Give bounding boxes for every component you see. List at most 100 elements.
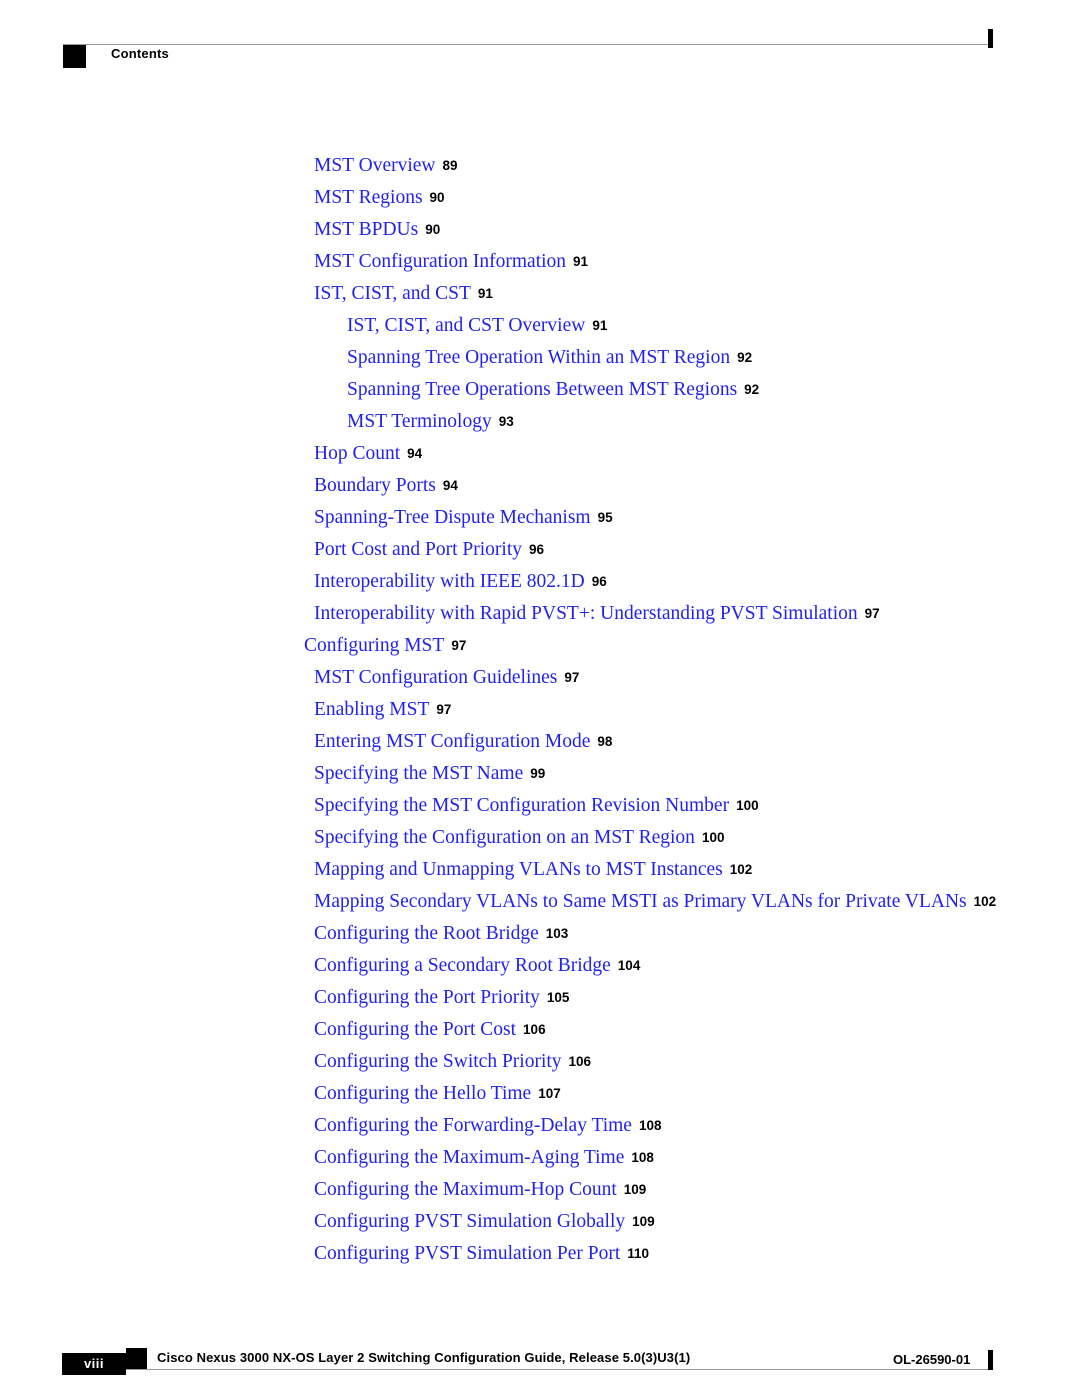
toc-entry[interactable]: Configuring the Forwarding-Delay Time 108	[0, 1110, 1080, 1142]
footer-rule	[63, 1369, 988, 1370]
toc-entry-page-number: 91	[592, 318, 608, 333]
toc-entry-title[interactable]: Interoperability with Rapid PVST+: Under…	[314, 603, 858, 624]
toc-entry-title[interactable]: Specifying the Configuration on an MST R…	[314, 827, 695, 848]
toc-entry[interactable]: Configuring the Hello Time 107	[0, 1078, 1080, 1110]
toc-entry[interactable]: Configuring the Port Priority 105	[0, 982, 1080, 1014]
toc-entry-title[interactable]: MST BPDUs	[314, 219, 418, 240]
toc-entry-page-number: 96	[529, 542, 545, 557]
toc-entry[interactable]: Configuring the Root Bridge 103	[0, 918, 1080, 950]
toc-entry-title[interactable]: IST, CIST, and CST Overview	[347, 315, 585, 336]
toc-entry-page-number: 108	[638, 1118, 662, 1133]
toc-entry-title[interactable]: Port Cost and Port Priority	[314, 539, 522, 560]
toc-entry[interactable]: IST, CIST, and CST 91	[0, 278, 1080, 310]
toc-entry-page-number: 103	[545, 926, 569, 941]
toc-entry[interactable]: Configuring a Secondary Root Bridge 104	[0, 950, 1080, 982]
footer-black-vertical-bar-icon	[988, 1350, 993, 1370]
toc-entry-page-number: 92	[744, 382, 760, 397]
toc-entry[interactable]: Specifying the MST Name 99	[0, 758, 1080, 790]
toc-entry[interactable]: Interoperability with Rapid PVST+: Under…	[0, 598, 1080, 630]
toc-entry-title[interactable]: Boundary Ports	[314, 475, 436, 496]
header-rule	[63, 44, 988, 45]
toc-entry[interactable]: Configuring the Switch Priority 106	[0, 1046, 1080, 1078]
toc-entry-title[interactable]: MST Regions	[314, 187, 423, 208]
toc-entry-page-number: 105	[546, 990, 570, 1005]
toc-entry-title[interactable]: Spanning Tree Operations Between MST Reg…	[347, 379, 737, 400]
toc-entry-title[interactable]: Interoperability with IEEE 802.1D	[314, 571, 585, 592]
toc-entry-page-number: 106	[568, 1054, 592, 1069]
toc-entry-page-number: 110	[627, 1246, 650, 1261]
toc-entry-title[interactable]: Hop Count	[314, 443, 400, 464]
toc-entry-title[interactable]: Configuring PVST Simulation Globally	[314, 1211, 625, 1232]
toc-entry-title[interactable]: Configuring the Maximum-Aging Time	[314, 1147, 624, 1168]
toc-entry-page-number: 97	[436, 702, 452, 717]
toc-entry-title[interactable]: IST, CIST, and CST	[314, 283, 471, 304]
toc-entry-page-number: 108	[631, 1150, 654, 1165]
toc-entry-title[interactable]: Configuring the Root Bridge	[314, 923, 539, 944]
toc-entry[interactable]: MST Configuration Information 91	[0, 246, 1080, 278]
toc-entry[interactable]: Interoperability with IEEE 802.1D 96	[0, 566, 1080, 598]
toc-entry-page-number: 95	[597, 510, 613, 525]
toc-entry-title[interactable]: MST Terminology	[347, 411, 492, 432]
toc-entry-title[interactable]: MST Overview	[314, 155, 436, 176]
toc-entry-title[interactable]: Configuring the Forwarding-Delay Time	[314, 1115, 632, 1136]
toc-entry[interactable]: Specifying the Configuration on an MST R…	[0, 822, 1080, 854]
toc-entry[interactable]: Entering MST Configuration Mode 98	[0, 726, 1080, 758]
toc-entry[interactable]: Mapping Secondary VLANs to Same MSTI as …	[0, 886, 1080, 918]
toc-entry-title[interactable]: Configuring the Hello Time	[314, 1083, 531, 1104]
toc-entry-title[interactable]: Mapping and Unmapping VLANs to MST Insta…	[314, 859, 723, 880]
toc-entry-page-number: 99	[530, 766, 546, 781]
toc-entry-page-number: 100	[701, 830, 725, 845]
toc-entry-page-number: 94	[407, 446, 423, 461]
toc-entry[interactable]: Configuring MST 97	[0, 630, 1080, 662]
toc-entry[interactable]: Specifying the MST Configuration Revisio…	[0, 790, 1080, 822]
toc-entry-title[interactable]: Configuring the Port Priority	[314, 987, 540, 1008]
toc-entry-title[interactable]: Enabling MST	[314, 699, 429, 720]
toc-entry[interactable]: MST Regions 90	[0, 182, 1080, 214]
toc-entry-page-number: 89	[442, 158, 458, 173]
toc-entry[interactable]: Spanning Tree Operation Within an MST Re…	[0, 342, 1080, 374]
toc-entry[interactable]: Spanning-Tree Dispute Mechanism 95	[0, 502, 1080, 534]
toc-entry[interactable]: Boundary Ports 94	[0, 470, 1080, 502]
toc-entry-title[interactable]: Configuring the Switch Priority	[314, 1051, 562, 1072]
toc-entry-title[interactable]: MST Configuration Information	[314, 251, 566, 272]
toc-entry-page-number: 107	[538, 1086, 561, 1101]
toc-entry[interactable]: MST Terminology 93	[0, 406, 1080, 438]
toc-entry[interactable]: MST Overview 89	[0, 150, 1080, 182]
toc-entry[interactable]: MST Configuration Guidelines 97	[0, 662, 1080, 694]
toc-entry[interactable]: Configuring the Port Cost 106	[0, 1014, 1080, 1046]
toc-entry-page-number: 90	[425, 222, 441, 237]
footer-document-title: Cisco Nexus 3000 NX-OS Layer 2 Switching…	[157, 1350, 691, 1365]
footer-black-square-marker-icon	[126, 1348, 147, 1369]
toc-entry-title[interactable]: Spanning-Tree Dispute Mechanism	[314, 507, 591, 528]
page-header: Contents	[0, 0, 1080, 80]
toc-entry-title[interactable]: Specifying the MST Configuration Revisio…	[314, 795, 729, 816]
toc-entry-page-number: 92	[737, 350, 753, 365]
toc-entry-page-number: 97	[451, 638, 467, 653]
page-number: viii	[83, 1356, 105, 1371]
toc-entry-title[interactable]: Spanning Tree Operation Within an MST Re…	[347, 347, 730, 368]
toc-entry[interactable]: Enabling MST 97	[0, 694, 1080, 726]
toc-entry[interactable]: Configuring the Maximum-Aging Time 108	[0, 1142, 1080, 1174]
toc-entry-title[interactable]: MST Configuration Guidelines	[314, 667, 557, 688]
toc-entry[interactable]: Configuring PVST Simulation Per Port 110	[0, 1238, 1080, 1270]
toc-entry[interactable]: Spanning Tree Operations Between MST Reg…	[0, 374, 1080, 406]
toc-entry[interactable]: Hop Count 94	[0, 438, 1080, 470]
toc-entry-page-number: 97	[864, 606, 880, 621]
toc-entry[interactable]: Configuring PVST Simulation Globally 109	[0, 1206, 1080, 1238]
toc-entry-title[interactable]: Entering MST Configuration Mode	[314, 731, 590, 752]
toc-entry[interactable]: Port Cost and Port Priority 96	[0, 534, 1080, 566]
toc-entry-title[interactable]: Configuring a Secondary Root Bridge	[314, 955, 611, 976]
toc-entry-title[interactable]: Configuring the Maximum-Hop Count	[314, 1179, 617, 1200]
toc-entry-title[interactable]: Configuring MST	[304, 635, 444, 656]
toc-entry-page-number: 96	[591, 574, 607, 589]
toc-entry[interactable]: Configuring the Maximum-Hop Count 109	[0, 1174, 1080, 1206]
toc-entry[interactable]: Mapping and Unmapping VLANs to MST Insta…	[0, 854, 1080, 886]
toc-entry-page-number: 109	[632, 1214, 655, 1229]
toc-entry-title[interactable]: Configuring the Port Cost	[314, 1019, 516, 1040]
toc-entry-title[interactable]: Specifying the MST Name	[314, 763, 523, 784]
toc-entry-page-number: 102	[729, 862, 753, 877]
toc-entry-title[interactable]: Configuring PVST Simulation Per Port	[314, 1243, 620, 1264]
toc-entry[interactable]: MST BPDUs 90	[0, 214, 1080, 246]
toc-entry-title[interactable]: Mapping Secondary VLANs to Same MSTI as …	[314, 891, 967, 912]
toc-entry[interactable]: IST, CIST, and CST Overview 91	[0, 310, 1080, 342]
